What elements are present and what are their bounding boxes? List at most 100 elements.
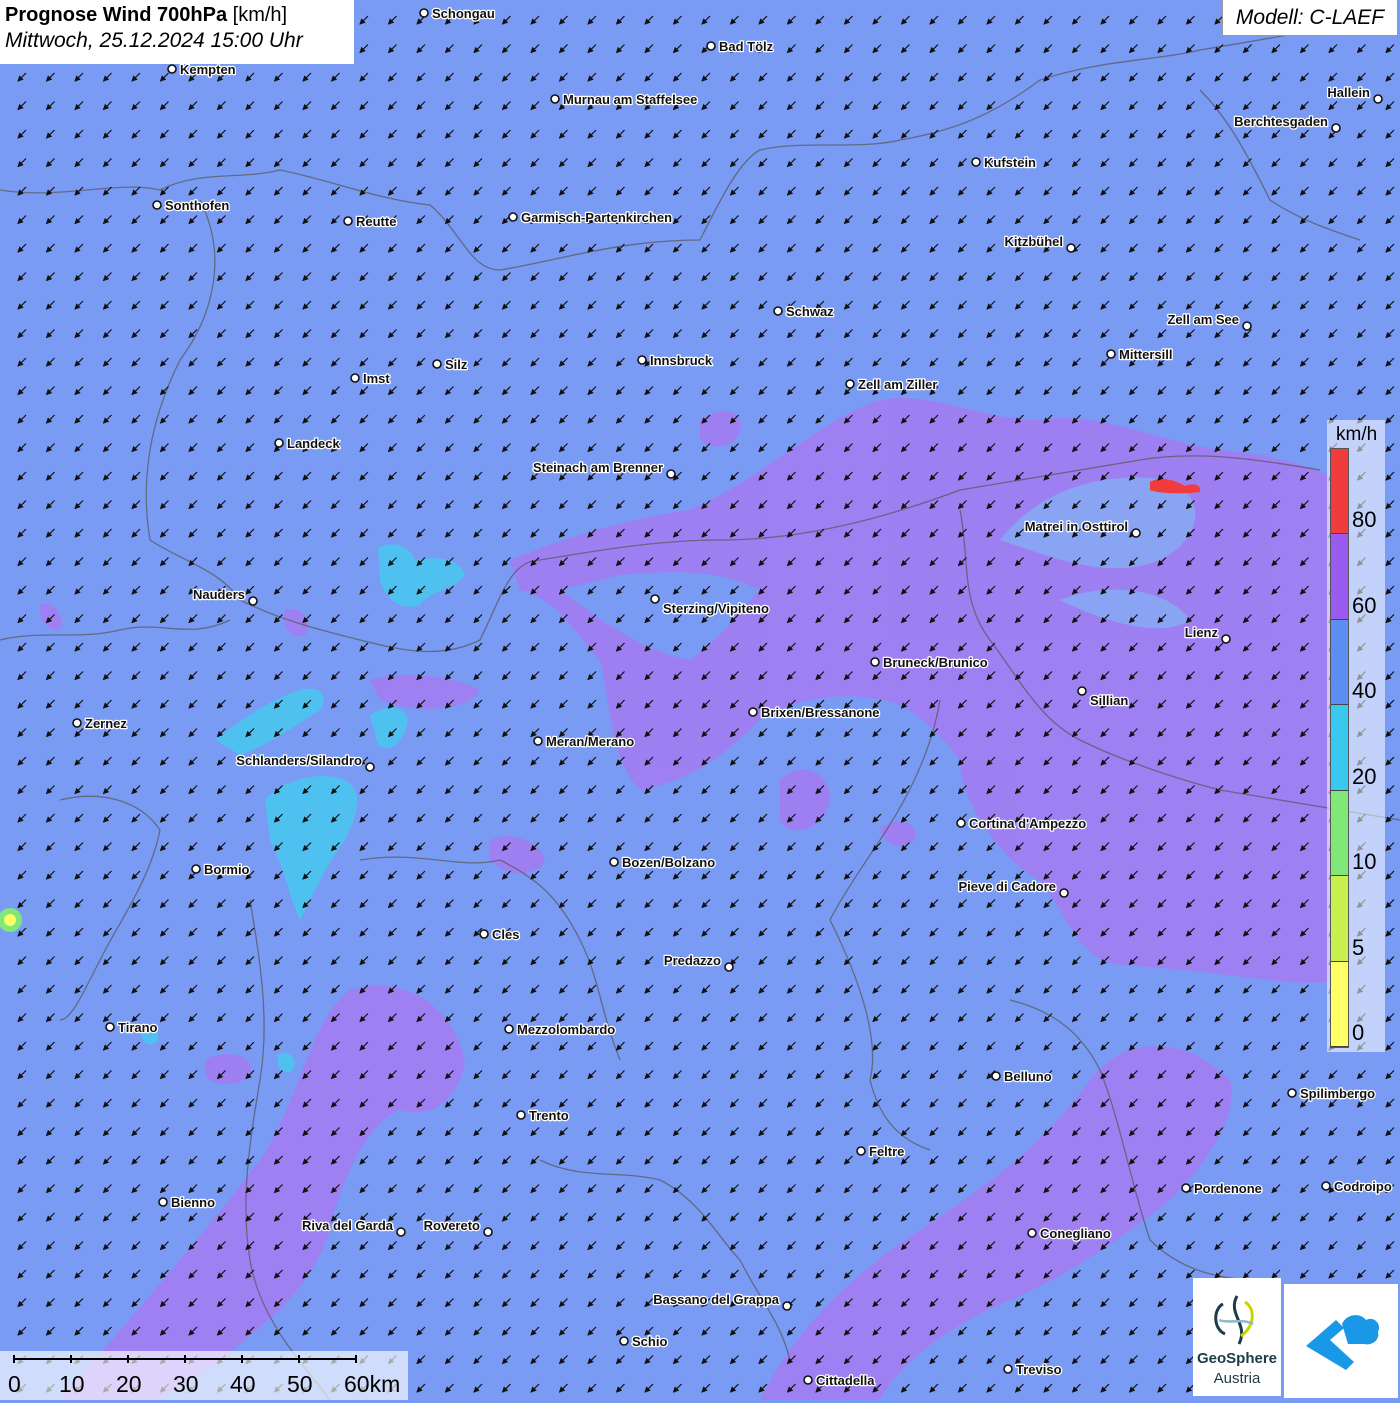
city-dot: [1077, 686, 1087, 696]
city-dot: [666, 469, 676, 479]
forecast-datetime: Mittwoch, 25.12.2024 15:00 Uhr: [5, 29, 303, 52]
city-dot: [782, 1301, 792, 1311]
city-dot: [274, 438, 284, 448]
city-label: Pieve di Cadore: [958, 879, 1056, 894]
city-marker: Schongau: [419, 5, 496, 22]
city-dot: [637, 355, 647, 365]
city-dot: [1242, 321, 1252, 331]
city-label: Schwaz: [786, 304, 834, 319]
city-dot: [1321, 1181, 1331, 1191]
legend-segment: [1331, 876, 1348, 962]
city-dot: [991, 1071, 1001, 1081]
city-label: Belluno: [1004, 1069, 1052, 1084]
city-dot: [803, 1375, 813, 1385]
scale-bar: 0 10 20 30 40 50 60km: [0, 1351, 408, 1400]
city-marker: Meran/Merano: [533, 733, 635, 750]
city-marker: Bruneck/Brunico: [870, 654, 989, 671]
city-label: Lienz: [1185, 625, 1219, 640]
scale-label: 0: [8, 1371, 21, 1397]
color-legend: km/h 0 5 10 20 40 60 80: [1327, 420, 1385, 1052]
city-label: Mezzolombardo: [517, 1022, 615, 1037]
city-label: Rovereto: [424, 1218, 480, 1233]
city-label: Sillian: [1090, 693, 1128, 708]
city-label: Spilimbergo: [1300, 1086, 1375, 1101]
legend-tick-label: 5: [1352, 934, 1365, 960]
map-title: Prognose Wind 700hPa [km/h]: [5, 4, 354, 27]
city-dot: [1373, 94, 1383, 104]
city-dot: [1131, 528, 1141, 538]
title-main: Prognose Wind 700hPa: [5, 4, 228, 26]
city-dot: [1287, 1088, 1297, 1098]
city-label: Murnau am Staffelsee: [563, 92, 697, 107]
city-dot: [619, 1336, 629, 1346]
city-marker: Pordenone: [1181, 1180, 1263, 1197]
legend-segment: [1331, 705, 1348, 791]
city-dot: [650, 594, 660, 604]
city-marker: Bozen/Bolzano: [609, 854, 716, 871]
legend-tick-label: 40: [1352, 678, 1377, 704]
legend-segment: [1331, 534, 1348, 620]
city-label: Matrei in Osttirol: [1025, 519, 1128, 534]
city-dot: [1106, 349, 1116, 359]
city-label: Landeck: [287, 436, 341, 451]
city-dot: [724, 962, 734, 972]
city-dot: [971, 157, 981, 167]
city-label: Schlanders/Silandro: [236, 753, 362, 768]
legend-segment: [1331, 449, 1348, 535]
city-label: Sterzing/Vipiteno: [663, 601, 769, 616]
title-unit: [km/h]: [232, 4, 288, 26]
city-label: Feltre: [869, 1144, 904, 1159]
scale-label: 50: [287, 1371, 313, 1397]
app-logo: [1284, 1284, 1398, 1398]
city-marker: Cortina d'Ampezzo: [956, 815, 1088, 832]
scale-label: 10: [59, 1371, 85, 1397]
city-marker: Spilimbergo: [1287, 1085, 1376, 1102]
city-dot: [152, 200, 162, 210]
city-label: Zernez: [85, 716, 127, 731]
city-label: Innsbruck: [650, 353, 713, 368]
city-dot: [533, 736, 543, 746]
city-label: Bienno: [171, 1195, 215, 1210]
legend-tick-label: 60: [1352, 592, 1377, 618]
city-dot: [1066, 243, 1076, 253]
city-dot: [504, 1024, 514, 1034]
city-label: Treviso: [1016, 1362, 1062, 1377]
city-label: Silz: [445, 357, 468, 372]
city-marker: Conegliano: [1027, 1225, 1112, 1242]
city-label: Predazzo: [664, 953, 721, 968]
legend-tick-label: 80: [1352, 507, 1377, 533]
city-label: Conegliano: [1040, 1226, 1111, 1241]
city-label: Zell am See: [1167, 312, 1239, 327]
geosphere-emblem-icon: [1214, 1295, 1254, 1345]
scale-label: 20: [116, 1371, 142, 1397]
model-label: Modell: C-LAEF: [1222, 0, 1398, 36]
city-label: Sonthofen: [165, 198, 229, 213]
city-dot: [956, 818, 966, 828]
city-dot: [167, 64, 177, 74]
city-dot: [1181, 1183, 1191, 1193]
city-marker: Mezzolombardo: [504, 1021, 617, 1038]
city-dot: [516, 1110, 526, 1120]
city-dot: [105, 1022, 115, 1032]
city-label: Nauders: [193, 587, 245, 602]
city-dot: [1221, 634, 1231, 644]
city-dot: [343, 216, 353, 226]
city-label: Reutte: [356, 214, 396, 229]
cloud-arrow-icon: [1306, 1315, 1380, 1370]
city-dot: [483, 1227, 493, 1237]
geosphere-name: GeoSphere: [1196, 1350, 1278, 1367]
city-dot: [870, 657, 880, 667]
city-label: Brixen/Bressanone: [761, 705, 880, 720]
legend-color-bar: [1330, 448, 1349, 1048]
legend-segment: [1331, 619, 1348, 706]
city-label: Mittersill: [1119, 347, 1172, 362]
city-marker: Innsbruck: [637, 352, 714, 369]
city-dot: [432, 359, 442, 369]
city-dot: [508, 212, 518, 222]
legend-tick-label: 20: [1352, 763, 1377, 789]
scale-label: 60km: [344, 1371, 401, 1397]
city-label: Codroipo: [1334, 1179, 1392, 1194]
wind-map: Schongau Bad Tölz Kempten Murnau am Staffel…: [0, 0, 1400, 1400]
city-label: Meran/Merano: [546, 734, 634, 749]
city-label: Kempten: [180, 62, 236, 77]
